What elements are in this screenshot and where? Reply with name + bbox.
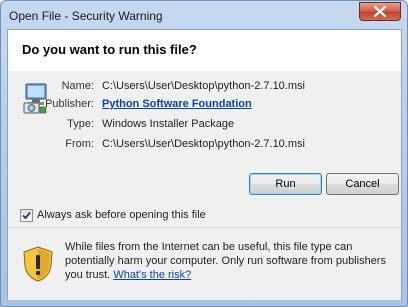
dialog-body: Do you want to run this file? Name: C:\U… — [7, 29, 402, 300]
publisher-link[interactable]: Python Software Foundation — [102, 98, 252, 110]
close-button[interactable] — [359, 2, 401, 21]
whats-the-risk-link[interactable]: What's the risk? — [113, 269, 191, 281]
detail-label: From: — [65, 138, 94, 150]
run-button[interactable]: Run — [249, 173, 322, 195]
cancel-button[interactable]: Cancel — [326, 173, 399, 195]
checkmark-icon — [22, 211, 31, 220]
file-type-value: Windows Installer Package — [102, 118, 235, 130]
detail-label: Name: — [61, 80, 94, 92]
detail-label: Type: — [67, 118, 94, 130]
dialog-question: Do you want to run this file? — [22, 42, 197, 57]
detail-label: Publisher: — [45, 98, 94, 110]
title-bar[interactable]: Open File - Security Warning — [1, 1, 407, 31]
warning-panel: While files from the Internet can be use… — [8, 227, 401, 300]
window-title: Open File - Security Warning — [9, 9, 163, 23]
file-details-panel: Name: C:\Users\User\Desktop\python-2.7.1… — [8, 71, 401, 226]
security-warning-window: Open File - Security Warning Do you want… — [0, 0, 408, 307]
file-source-value: C:\Users\User\Desktop\python-2.7.10.msi — [102, 138, 305, 150]
warning-message: While files from the Internet can be use… — [65, 240, 389, 282]
always-ask-checkbox[interactable] — [20, 209, 33, 222]
dialog-header: Do you want to run this file? — [8, 30, 401, 72]
always-ask-label[interactable]: Always ask before opening this file — [37, 209, 206, 221]
file-name-value: C:\Users\User\Desktop\python-2.7.10.msi — [102, 80, 305, 92]
security-shield-icon — [22, 246, 54, 285]
